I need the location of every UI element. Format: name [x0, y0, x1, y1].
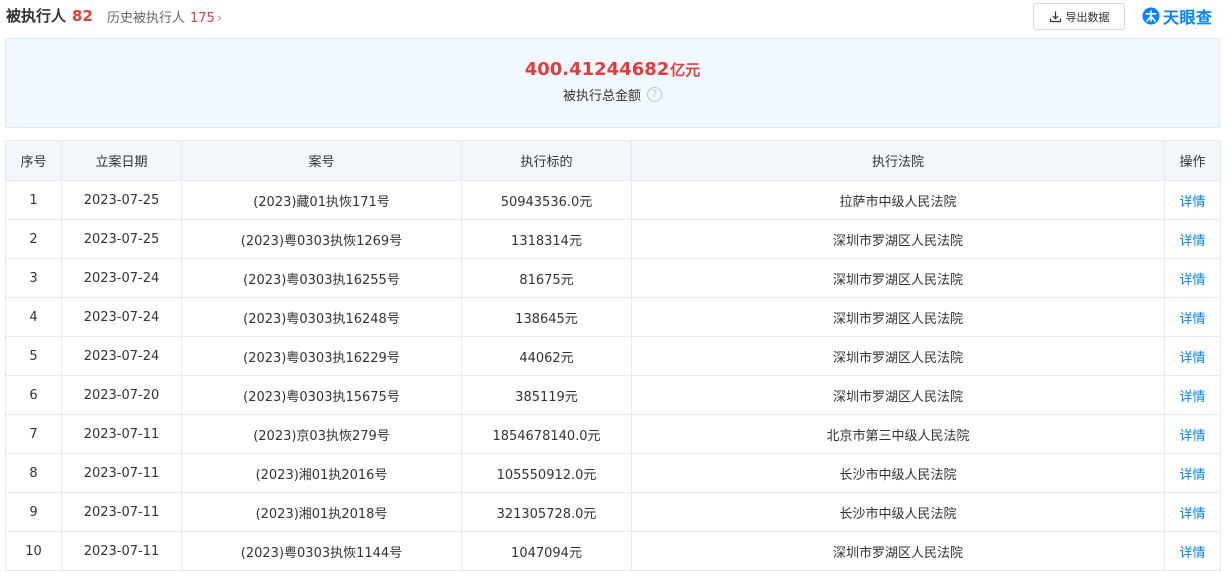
- cell-amount: 44062元: [461, 336, 632, 376]
- cell-court: 深圳市罗湖区人民法院: [631, 297, 1165, 337]
- cell-case-no: (2023)粤0303执恢1269号: [181, 219, 462, 259]
- cell-court: 长沙市中级人民法院: [631, 453, 1165, 493]
- cell-date: 2023-07-11: [61, 414, 182, 454]
- table-row: 5 2023-07-24 (2023)粤0303执16229号 44062元 深…: [5, 336, 1221, 376]
- detail-link[interactable]: 详情: [1164, 375, 1221, 415]
- section-title-label: 被执行人: [6, 7, 67, 25]
- section-title[interactable]: 被执行人 82: [6, 5, 93, 26]
- cell-date: 2023-07-24: [61, 336, 182, 376]
- history-tab[interactable]: 历史被执行人 175 ›: [107, 7, 222, 26]
- detail-link[interactable]: 详情: [1164, 258, 1221, 298]
- total-amount: 400.41244682亿元: [6, 59, 1219, 80]
- cell-case-no: (2023)粤0303执15675号: [181, 375, 462, 415]
- cell-index: 10: [5, 531, 62, 571]
- help-icon[interactable]: ?: [647, 87, 662, 102]
- total-amount-value: 400.41244682: [524, 59, 670, 80]
- detail-link[interactable]: 详情: [1164, 219, 1221, 259]
- table-row: 6 2023-07-20 (2023)粤0303执15675号 385119元 …: [5, 375, 1221, 415]
- cell-date: 2023-07-11: [61, 531, 182, 571]
- column-header-date: 立案日期: [61, 140, 182, 181]
- cell-court: 拉萨市中级人民法院: [631, 180, 1165, 220]
- column-header-court: 执行法院: [631, 140, 1165, 181]
- export-data-label: 导出数据: [1065, 10, 1110, 24]
- table-row: 3 2023-07-24 (2023)粤0303执16255号 81675元 深…: [5, 258, 1221, 298]
- cell-date: 2023-07-11: [61, 492, 182, 532]
- cell-court: 深圳市罗湖区人民法院: [631, 336, 1165, 376]
- brand-name: 天眼查: [1163, 8, 1213, 27]
- detail-link[interactable]: 详情: [1164, 414, 1221, 454]
- table-row: 9 2023-07-11 (2023)湘01执2018号 321305728.0…: [5, 492, 1221, 532]
- cell-amount: 50943536.0元: [461, 180, 632, 220]
- cell-amount: 321305728.0元: [461, 492, 632, 532]
- cell-index: 3: [5, 258, 62, 298]
- detail-link[interactable]: 详情: [1164, 492, 1221, 532]
- cell-index: 8: [5, 453, 62, 493]
- cell-date: 2023-07-20: [61, 375, 182, 415]
- cell-index: 7: [5, 414, 62, 454]
- history-tab-count: 175: [190, 11, 215, 26]
- total-amount-label-row: 被执行总金额 ?: [563, 85, 662, 104]
- cell-amount: 1854678140.0元: [461, 414, 632, 454]
- detail-link[interactable]: 详情: [1164, 453, 1221, 493]
- cell-court: 深圳市罗湖区人民法院: [631, 531, 1165, 571]
- cell-case-no: (2023)粤0303执16248号: [181, 297, 462, 337]
- cell-amount: 385119元: [461, 375, 632, 415]
- cell-date: 2023-07-25: [61, 219, 182, 259]
- detail-link[interactable]: 详情: [1164, 336, 1221, 376]
- cell-case-no: (2023)粤0303执16255号: [181, 258, 462, 298]
- detail-link[interactable]: 详情: [1164, 180, 1221, 220]
- cell-amount: 1047094元: [461, 531, 632, 571]
- cell-court: 深圳市罗湖区人民法院: [631, 375, 1165, 415]
- cell-date: 2023-07-25: [61, 180, 182, 220]
- column-header-action: 操作: [1164, 140, 1221, 181]
- table-row: 10 2023-07-11 (2023)粤0303执恢1144号 1047094…: [5, 531, 1221, 571]
- cell-case-no: (2023)粤0303执16229号: [181, 336, 462, 376]
- top-bar: 被执行人 82 历史被执行人 175 › 导出数据 天眼查: [0, 0, 1226, 32]
- cell-date: 2023-07-24: [61, 297, 182, 337]
- tianyancha-logo-icon: [1142, 7, 1160, 25]
- cell-case-no: (2023)湘01执2016号: [181, 453, 462, 493]
- history-tab-label: 历史被执行人: [107, 11, 186, 26]
- table-row: 1 2023-07-25 (2023)藏01执恢171号 50943536.0元…: [5, 180, 1221, 220]
- cell-court: 深圳市罗湖区人民法院: [631, 258, 1165, 298]
- column-header-index: 序号: [5, 140, 62, 181]
- cell-case-no: (2023)藏01执恢171号: [181, 180, 462, 220]
- cell-amount: 105550912.0元: [461, 453, 632, 493]
- download-icon: [1049, 11, 1061, 23]
- detail-link[interactable]: 详情: [1164, 297, 1221, 337]
- cell-case-no: (2023)粤0303执恢1144号: [181, 531, 462, 571]
- section-title-count: 82: [72, 7, 93, 25]
- cell-index: 5: [5, 336, 62, 376]
- cell-index: 2: [5, 219, 62, 259]
- table-row: 7 2023-07-11 (2023)京03执恢279号 1854678140.…: [5, 414, 1221, 454]
- cell-index: 4: [5, 297, 62, 337]
- cell-amount: 81675元: [461, 258, 632, 298]
- export-data-button[interactable]: 导出数据: [1033, 3, 1125, 30]
- total-amount-unit: 亿元: [670, 61, 701, 79]
- enforcement-table: 序号 立案日期 案号 执行标的 执行法院 操作 1 2023-07-25 (20…: [5, 140, 1221, 571]
- column-header-case-no: 案号: [181, 140, 462, 181]
- cell-court: 长沙市中级人民法院: [631, 492, 1165, 532]
- table-row: 4 2023-07-24 (2023)粤0303执16248号 138645元 …: [5, 297, 1221, 337]
- column-header-amount: 执行标的: [461, 140, 632, 181]
- cell-index: 6: [5, 375, 62, 415]
- cell-court: 深圳市罗湖区人民法院: [631, 219, 1165, 259]
- cell-amount: 1318314元: [461, 219, 632, 259]
- chevron-right-icon: ›: [216, 11, 223, 26]
- summary-panel: 400.41244682亿元 被执行总金额 ?: [5, 38, 1220, 128]
- table-row: 2 2023-07-25 (2023)粤0303执恢1269号 1318314元…: [5, 219, 1221, 259]
- cell-date: 2023-07-24: [61, 258, 182, 298]
- cell-index: 9: [5, 492, 62, 532]
- table-header-row: 序号 立案日期 案号 执行标的 执行法院 操作: [5, 140, 1221, 181]
- brand-logo: 天眼查: [1142, 3, 1213, 29]
- detail-link[interactable]: 详情: [1164, 531, 1221, 571]
- cell-index: 1: [5, 180, 62, 220]
- table-row: 8 2023-07-11 (2023)湘01执2016号 105550912.0…: [5, 453, 1221, 493]
- cell-amount: 138645元: [461, 297, 632, 337]
- cell-case-no: (2023)京03执恢279号: [181, 414, 462, 454]
- cell-date: 2023-07-11: [61, 453, 182, 493]
- cell-court: 北京市第三中级人民法院: [631, 414, 1165, 454]
- total-amount-label: 被执行总金额: [562, 89, 641, 104]
- cell-case-no: (2023)湘01执2018号: [181, 492, 462, 532]
